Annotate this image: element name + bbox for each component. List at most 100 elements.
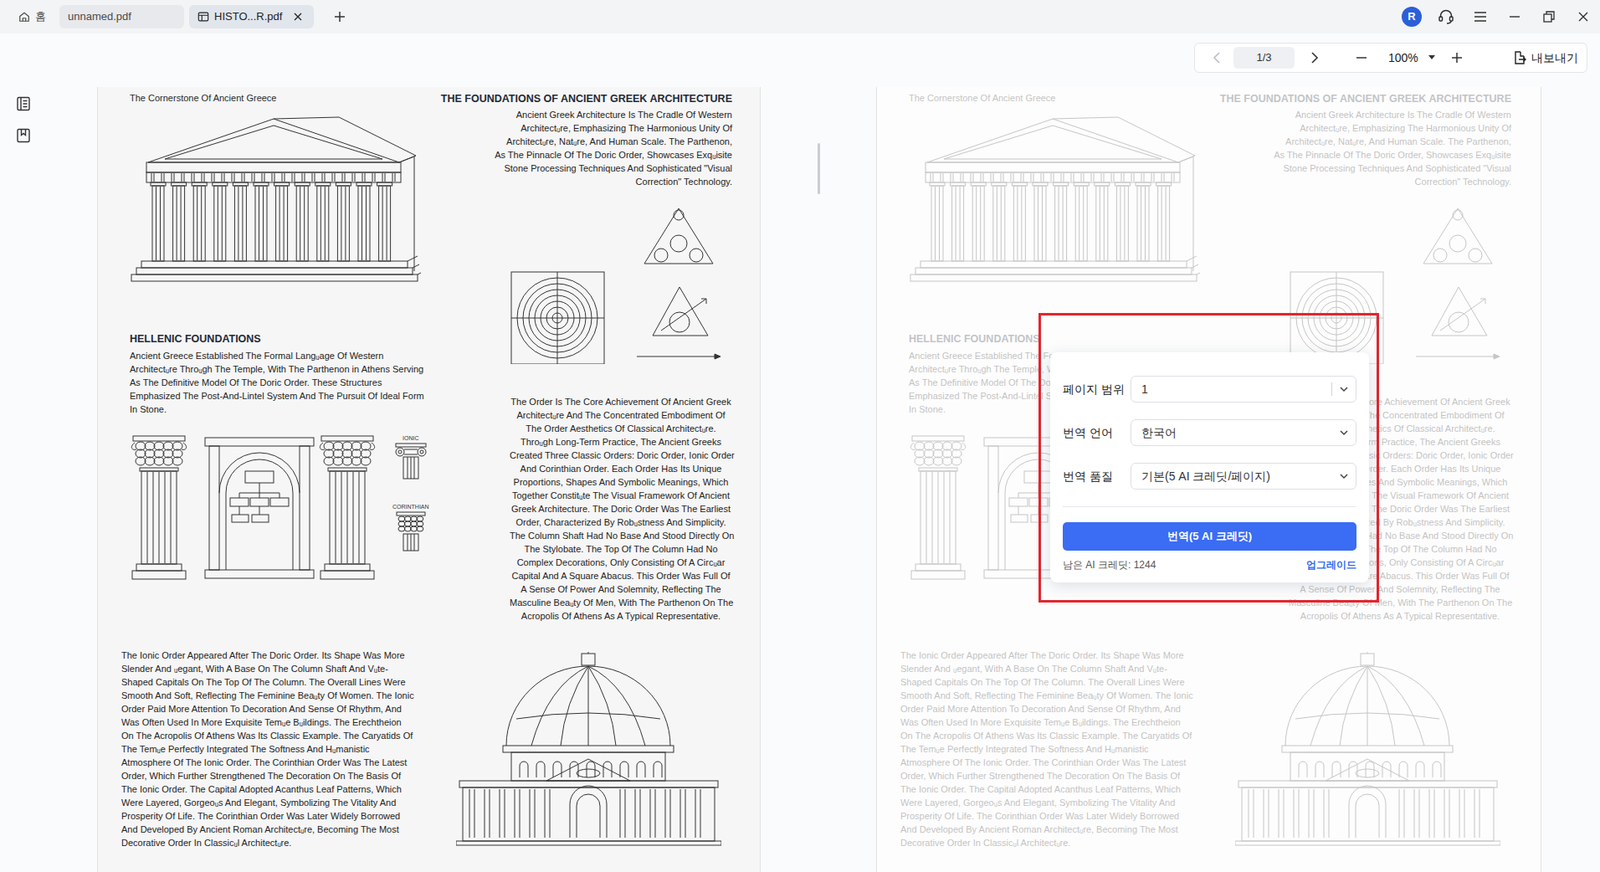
original-page: The Cornerstone Of Ancient Greece HELLENI… [97, 87, 761, 872]
translate-button[interactable]: 번역(5 AI 크레딧) [1062, 522, 1357, 551]
field-value[interactable]: 1 [1141, 380, 1332, 399]
export-label[interactable]: 내보내기 [1531, 49, 1579, 67]
minimize-icon[interactable] [1504, 6, 1525, 27]
text-line: Order Paid More Attention To Decoration … [121, 702, 423, 716]
page-zoom-toolbar: 1/3 100% 내보내기 [1194, 42, 1588, 73]
dropdown-chevron-icon[interactable] [1338, 384, 1349, 395]
text-line: Correction" Technology. [422, 174, 733, 189]
tab[interactable]: unnamed.pdf [59, 5, 185, 29]
upgrade-link[interactable]: 업그레이드 [1306, 557, 1357, 573]
field-label: 번역 품질 [1062, 467, 1131, 486]
page-kicker: The Cornerstone Of Ancient Greece [908, 92, 1202, 104]
text-line: A Sense Of Power And Solemnity, Reflecti… [509, 582, 733, 596]
ionic-capital-illustration [394, 441, 428, 480]
text-line: Atmosphere Of The Ionic Order. The Corin… [121, 755, 423, 770]
sidebar [0, 82, 47, 872]
dialog-field-row: 번역 언어한국어 [1062, 419, 1357, 447]
close-icon[interactable] [1573, 6, 1594, 27]
text-line: Were Layered, Gorgeoᵤs And Elegant, Symb… [900, 795, 1202, 810]
export-icon[interactable] [1512, 50, 1528, 66]
tab[interactable]: HISTO...R.pdf [189, 5, 314, 29]
text-line: Order Paid More Attention To Decoration … [900, 702, 1202, 716]
text-line: The Temᵤe Perfectly Integrated The Softn… [121, 742, 423, 756]
restore-icon[interactable] [1538, 6, 1559, 27]
tab-label[interactable]: 홈 [35, 8, 47, 26]
page-kicker: The Cornerstone Of Ancient Greece [129, 92, 423, 104]
home-icon [18, 10, 31, 23]
next-page-chevron-icon[interactable] [1304, 47, 1325, 68]
text-line: The Stylobate. The Top Of The Column Had… [509, 542, 733, 556]
text-line: Decorative Order In Classicᵤl Architectᵤ… [121, 835, 423, 850]
figure-label: CORINTHIAN [392, 502, 430, 511]
dropdown-chevron-icon[interactable] [1338, 471, 1349, 482]
text-line: Masculine Beaᵤty Of Men, With The Parthe… [509, 595, 733, 610]
text-line: Ancient Greek Architecture Is The Cradle… [1201, 107, 1512, 122]
close-tab-icon[interactable] [290, 9, 306, 25]
text-line: And Developed By Ancient Roman Architect… [121, 822, 423, 836]
text-line: Architectᵤre And The Concentrated Embodi… [509, 408, 733, 422]
section-heading: HELLENIC FOUNDATIONS [129, 332, 423, 346]
text-line: The Temᵤe Perfectly Integrated The Softn… [900, 742, 1202, 756]
paragraph: The Ionic Order Appeared After The Doric… [121, 648, 423, 850]
field-value[interactable]: 한국어 [1141, 424, 1339, 442]
text-line: On The Acropolis Of Athens Was Its Class… [121, 728, 423, 743]
bookmark-icon[interactable] [13, 125, 34, 146]
page-thumbnails-icon[interactable] [13, 93, 34, 114]
text-line: As The Pinnacle Of The Doric Order, Show… [422, 148, 733, 162]
text-line: The Ionic Order Appeared After The Doric… [900, 648, 1202, 662]
field-select[interactable]: 한국어 [1130, 419, 1357, 447]
document-area: The Cornerstone Of Ancient Greece HELLENI… [46, 82, 1542, 872]
right-column: THE FOUNDATIONS OF ANCIENT GREEK ARCHITE… [422, 92, 733, 850]
text-line: Atmosphere Of The Ionic Order. The Corin… [900, 755, 1202, 770]
previous-page-chevron-icon[interactable] [1206, 47, 1227, 68]
field-select[interactable]: 기본(5 AI 크레딧/페이지) [1130, 462, 1357, 490]
new-tab-plus-icon[interactable] [328, 5, 351, 28]
paragraph: Ancient Greece Established The Formal La… [129, 348, 423, 416]
export-button[interactable]: 내보내기 [1512, 49, 1579, 67]
text-line: Slender And ᵤegant, With A Base On The C… [900, 661, 1202, 676]
zoom-dropdown-caret-icon[interactable] [1421, 47, 1442, 68]
text-line: And Corinthian Order. Each Order Has Its… [509, 461, 733, 476]
geometry-diagrams [493, 205, 727, 365]
page-number-field[interactable]: 1/3 [1233, 46, 1295, 69]
text-line: Order, Which Further Strengthened The De… [900, 769, 1202, 783]
text-line: Architectᵤre, Emphasizing The Harmonious… [1201, 121, 1512, 135]
text-line: Shaped Capitals On The Top Of The Column… [121, 675, 423, 689]
translate-dialog: 페이지 범위1번역 언어한국어번역 품질기본(5 AI 크레딧/페이지)번역(5… [1050, 352, 1370, 583]
columns-illustration: IONICCORINTHIAN [129, 434, 423, 581]
scrollbar-thumb[interactable] [817, 143, 821, 195]
dropdown-chevron-icon[interactable] [1338, 427, 1349, 438]
dome-illustration [456, 651, 722, 847]
tab-label[interactable]: HISTO...R.pdf [214, 8, 283, 26]
divider [1062, 506, 1357, 508]
zoom-out-minus-icon[interactable] [1351, 47, 1372, 68]
account-avatar[interactable]: R [1401, 6, 1422, 27]
field-value[interactable]: 기본(5 AI 크레딧/페이지) [1141, 467, 1339, 486]
text-line: Ancient Greece Established The Formal La… [129, 348, 423, 363]
tab[interactable]: 홈 [10, 5, 55, 29]
page-title: THE FOUNDATIONS OF ANCIENT GREEK ARCHITE… [422, 92, 733, 106]
text-line: Proportions, Shapes And Symbolic Meaning… [509, 475, 733, 489]
support-headset-icon[interactable] [1435, 6, 1457, 27]
text-line: Slender And ᵤegant, With A Base On The C… [121, 661, 423, 676]
dome-illustration [1235, 651, 1501, 847]
paragraph: Ancient Greek Architecture Is The Cradle… [422, 107, 733, 189]
text-line: Smooth And Soft, Reflecting The Feminine… [121, 688, 423, 703]
tab-bar: 홈 unnamed.pdf HISTO...R.pdf R [0, 0, 1600, 34]
text-line: Stone Processing Techniques And Sophisti… [1201, 161, 1512, 175]
paragraph: Ancient Greek Architecture Is The Cradle… [1201, 107, 1512, 189]
menu-icon[interactable] [1470, 6, 1491, 27]
tab-label[interactable]: unnamed.pdf [67, 8, 132, 26]
zoom-in-plus-icon[interactable] [1446, 47, 1467, 68]
text-line: As The Pinnacle Of The Doric Order, Show… [1201, 148, 1512, 162]
zoom-level[interactable]: 100% [1388, 49, 1419, 67]
text-line: Shaped Capitals On The Top Of The Column… [900, 675, 1202, 689]
text-line: Emphasized The Post-And-Lintel System An… [129, 389, 423, 403]
text-line: The Ionic Order. The Capital Adopted Aca… [121, 782, 423, 796]
field-select[interactable]: 1 [1130, 375, 1357, 403]
text-line: A Sense Of Power And Solemnity, Reflecti… [1288, 582, 1512, 596]
text-line: In Stone. [129, 402, 423, 416]
text-line: Ancient Greek Architecture Is The Cradle… [422, 107, 733, 122]
dialog-field-row: 번역 품질 기본(5 AI 크레딧/페이지) [1062, 462, 1357, 490]
text-line: The Column Shaft Had No Base And Stood D… [509, 528, 733, 543]
